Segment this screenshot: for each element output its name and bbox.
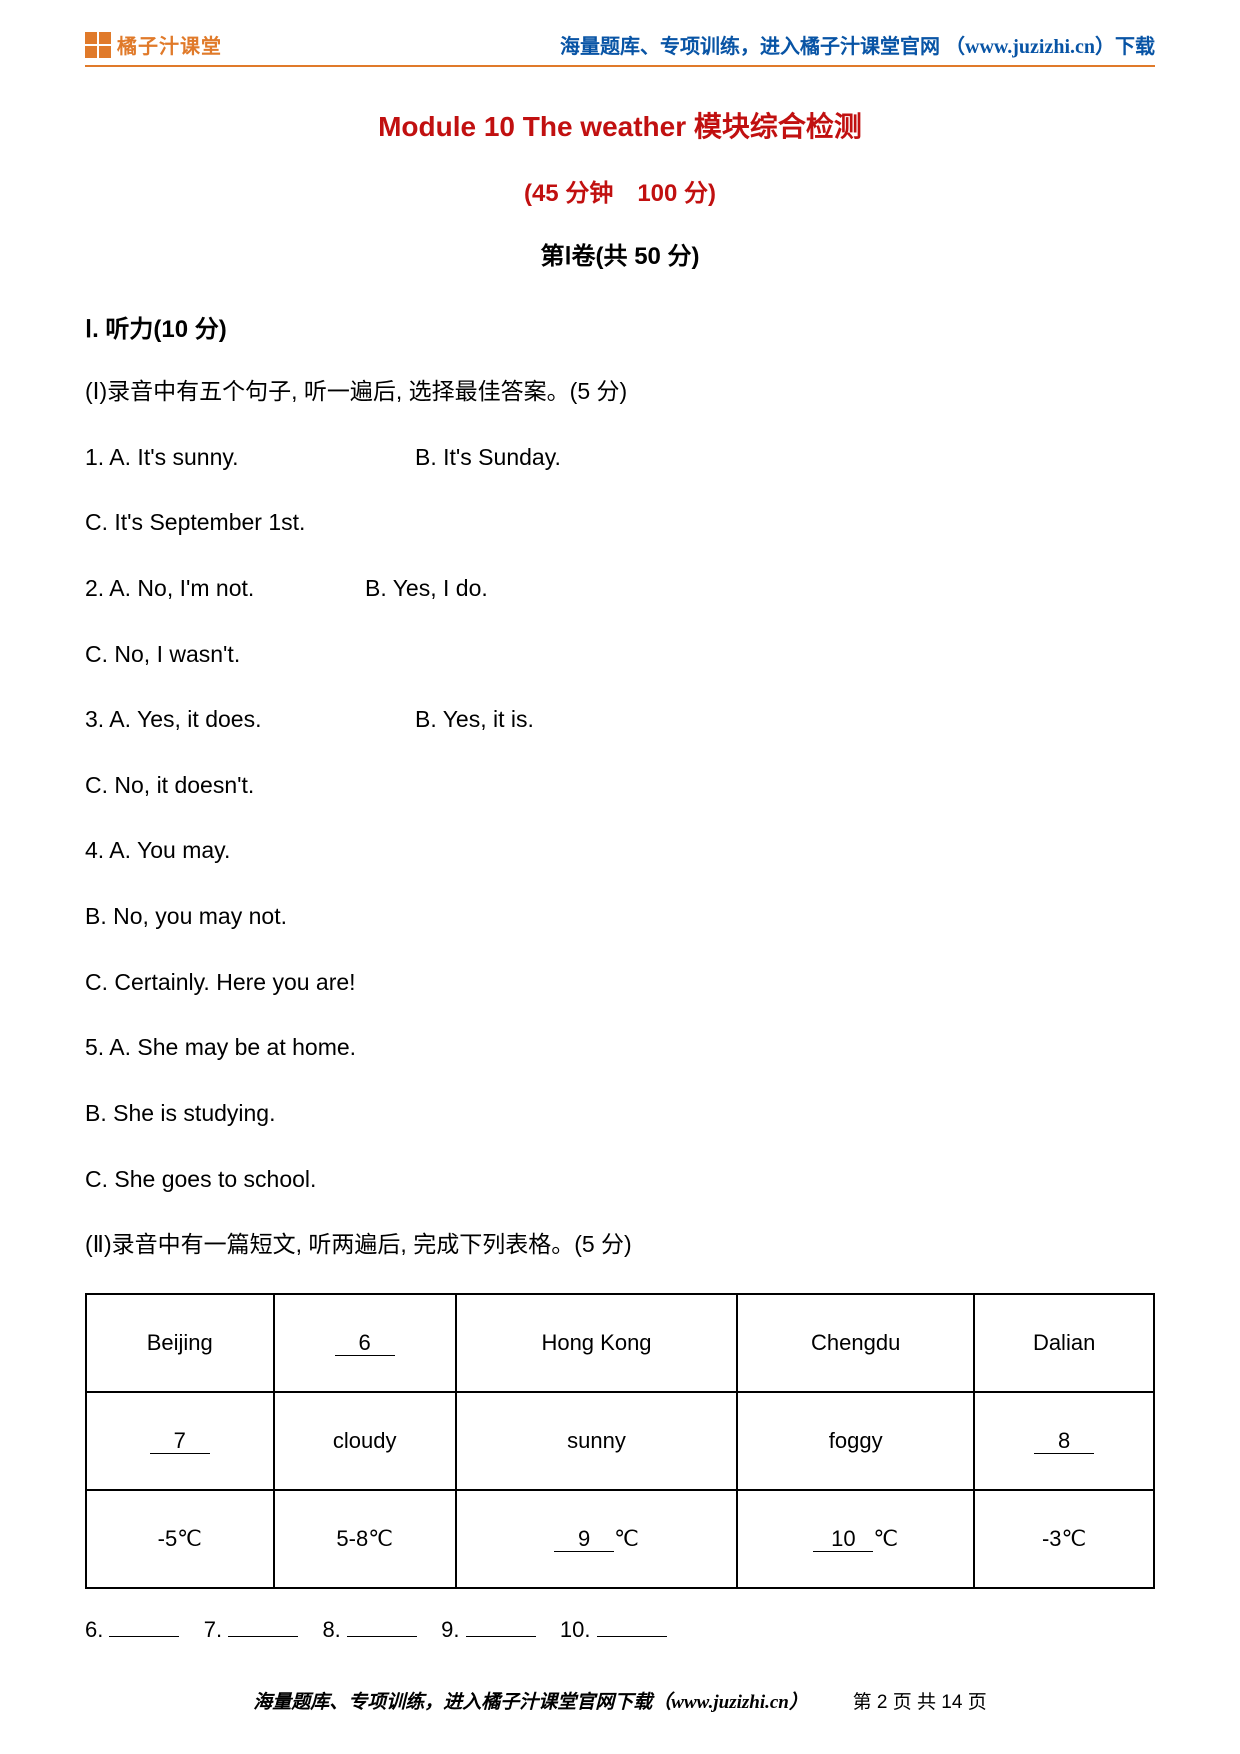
q1-row: 1. A. It's sunny. B. It's Sunday.	[85, 440, 1155, 476]
cell-blank7: 7	[86, 1392, 274, 1490]
blank-6[interactable]: 6	[335, 1331, 395, 1356]
q4-opt-b: B. No, you may not.	[85, 899, 1155, 935]
q5-opt-b: B. She is studying.	[85, 1096, 1155, 1132]
q1-opt-c: C. It's September 1st.	[85, 505, 1155, 541]
blank-8[interactable]: 8	[1034, 1429, 1094, 1454]
q3-opt-a: 3. A. Yes, it does.	[85, 702, 415, 738]
q2-opt-a: 2. A. No, I'm not.	[85, 571, 365, 607]
ans-label-7: 7.	[204, 1617, 228, 1642]
blank-7[interactable]: 7	[150, 1429, 210, 1454]
title-main: Module 10 The weather 模块综合检测	[85, 105, 1155, 145]
unit-c: ℃	[614, 1526, 639, 1551]
ans-blank-6[interactable]	[109, 1614, 179, 1637]
title-paper: 第Ⅰ卷(共 50 分)	[85, 236, 1155, 271]
q4-opt-a: 4. A. You may.	[85, 833, 1155, 869]
q1-opt-b: B. It's Sunday.	[415, 440, 561, 476]
cell-blank6: 6	[274, 1294, 456, 1392]
blank-10[interactable]: 10	[813, 1527, 873, 1552]
logo-icon	[85, 32, 111, 58]
unit-c: ℃	[873, 1526, 898, 1551]
cell-beijing: Beijing	[86, 1294, 274, 1392]
ans-blank-7[interactable]	[228, 1614, 298, 1637]
part1-intro: (Ⅰ)录音中有五个句子, 听一遍后, 选择最佳答案。(5 分)	[85, 374, 1155, 410]
q5-opt-c: C. She goes to school.	[85, 1162, 1155, 1198]
blank-9[interactable]: 9	[554, 1527, 614, 1552]
header-note: 海量题库、专项训练，进入橘子汁课堂官网 （www.juzizhi.cn）下载	[560, 30, 1155, 59]
logo-text: 橘子汁课堂	[117, 30, 222, 59]
cell-sunny: sunny	[456, 1392, 737, 1490]
footer-page: 第 2 页 共 14 页	[853, 1692, 987, 1713]
q4-opt-c: C. Certainly. Here you are!	[85, 965, 1155, 1001]
q3-row: 3. A. Yes, it does. B. Yes, it is.	[85, 702, 1155, 738]
ans-label-6: 6.	[85, 1617, 109, 1642]
table-row: Beijing 6 Hong Kong Chengdu Dalian	[86, 1294, 1154, 1392]
logo: 橘子汁课堂	[85, 30, 222, 59]
cell-temp5: -3℃	[974, 1490, 1154, 1588]
cell-temp4: 10℃	[737, 1490, 974, 1588]
ans-label-9: 9.	[441, 1617, 465, 1642]
table-row: 7 cloudy sunny foggy 8	[86, 1392, 1154, 1490]
cell-temp2: 5-8℃	[274, 1490, 456, 1588]
title-duration: (45 分钟 100 分)	[85, 173, 1155, 208]
q2-opt-b: B. Yes, I do.	[365, 571, 488, 607]
q5-opt-a: 5. A. She may be at home.	[85, 1030, 1155, 1066]
table-row: -5℃ 5-8℃ 9℃ 10℃ -3℃	[86, 1490, 1154, 1588]
answers-row: 6. 7. 8. 9. 10.	[85, 1613, 1155, 1647]
ans-blank-9[interactable]	[466, 1614, 536, 1637]
cell-temp1: -5℃	[86, 1490, 274, 1588]
section-1-head: Ⅰ. 听力(10 分)	[85, 309, 1155, 344]
q1-opt-a: 1. A. It's sunny.	[85, 440, 415, 476]
q3-opt-b: B. Yes, it is.	[415, 702, 534, 738]
ans-blank-8[interactable]	[347, 1614, 417, 1637]
cell-blank8: 8	[974, 1392, 1154, 1490]
q3-opt-c: C. No, it doesn't.	[85, 768, 1155, 804]
page-footer: 海量题库、专项训练，进入橘子汁课堂官网下载（www.juzizhi.cn） 第 …	[0, 1687, 1240, 1714]
cell-temp3: 9℃	[456, 1490, 737, 1588]
cell-chengdu: Chengdu	[737, 1294, 974, 1392]
cell-foggy: foggy	[737, 1392, 974, 1490]
page-header: 橘子汁课堂 海量题库、专项训练，进入橘子汁课堂官网 （www.juzizhi.c…	[85, 30, 1155, 67]
ans-blank-10[interactable]	[597, 1614, 667, 1637]
footer-note: 海量题库、专项训练，进入橘子汁课堂官网下载（www.juzizhi.cn）	[253, 1692, 808, 1713]
ans-label-10: 10.	[560, 1617, 597, 1642]
ans-label-8: 8.	[322, 1617, 346, 1642]
part2-intro: (Ⅱ)录音中有一篇短文, 听两遍后, 完成下列表格。(5 分)	[85, 1227, 1155, 1263]
weather-table: Beijing 6 Hong Kong Chengdu Dalian 7 clo…	[85, 1293, 1155, 1589]
q2-opt-c: C. No, I wasn't.	[85, 637, 1155, 673]
cell-dalian: Dalian	[974, 1294, 1154, 1392]
cell-hongkong: Hong Kong	[456, 1294, 737, 1392]
q2-row: 2. A. No, I'm not. B. Yes, I do.	[85, 571, 1155, 607]
cell-cloudy: cloudy	[274, 1392, 456, 1490]
